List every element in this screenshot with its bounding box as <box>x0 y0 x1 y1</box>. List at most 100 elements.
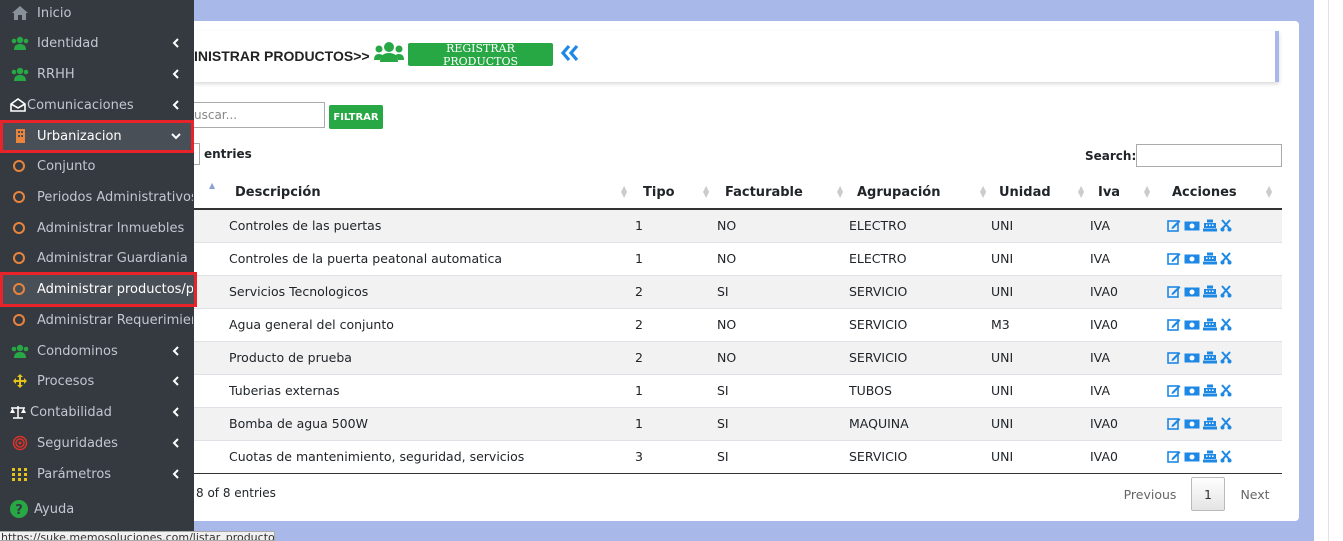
column-header-acciones[interactable]: Acciones ▲ ▼ <box>1156 176 1282 210</box>
money-bill-icon[interactable] <box>1184 253 1200 265</box>
sidebar-item-parametros[interactable]: Parámetros <box>0 459 194 489</box>
sidebar-item-identidad[interactable]: Identidad <box>0 28 194 58</box>
cash-register-icon[interactable] <box>1203 384 1217 397</box>
column-header-facturable[interactable]: Facturable ▲ ▼ <box>716 176 849 210</box>
table-cell: IVA <box>1090 208 1156 242</box>
cell-text: IVA <box>1090 218 1110 234</box>
pagination-page-1[interactable]: 1 <box>1191 477 1225 511</box>
sidebar-item-periodos-administrativos[interactable]: Periodos Administrativos <box>0 182 194 212</box>
cash-register-icon[interactable] <box>1203 450 1217 463</box>
cut-icon[interactable] <box>1220 318 1232 331</box>
cell-text: 2 <box>635 284 643 299</box>
cell-text: 1 <box>635 383 643 398</box>
column-header-unidad[interactable]: Unidad ▲ ▼ <box>992 176 1090 210</box>
sidebar-item-conjunto[interactable]: Conjunto <box>0 151 194 181</box>
sidebar-item-contabilidad[interactable]: Contabilidad <box>0 397 194 427</box>
chevron-left-icon <box>172 346 179 356</box>
sidebar-item-label: RRHH <box>37 66 75 82</box>
table-cell: ELECTRO <box>849 208 992 242</box>
sidebar-item-rrhh[interactable]: RRHH <box>0 59 194 89</box>
money-bill-icon[interactable] <box>1184 220 1200 232</box>
chevron-left-icon <box>172 100 179 110</box>
cut-icon[interactable] <box>1220 285 1232 298</box>
edit-icon[interactable] <box>1167 384 1181 397</box>
table-cell: MAQUINA <box>849 406 992 440</box>
money-bill-icon[interactable] <box>1184 319 1200 331</box>
scrollbar-track[interactable] <box>1314 0 1343 541</box>
table-cell: IVA0 <box>1090 406 1156 440</box>
money-bill-icon[interactable] <box>1184 286 1200 298</box>
sidebar-item-seguridades[interactable]: Seguridades <box>0 428 194 458</box>
sidebar-item-administrar-inmuebles[interactable]: Administrar Inmuebles <box>0 213 194 243</box>
cell-text: SERVICIO <box>849 449 908 464</box>
pagination-next[interactable]: Next <box>1232 477 1278 511</box>
edit-icon[interactable] <box>1167 318 1181 331</box>
money-bill-icon[interactable] <box>1184 352 1200 364</box>
products-table: ▲ Descripción ▲ ▼ Tipo ▲ ▼ Facturable ▲ ▼ Agru… <box>194 176 1282 474</box>
cell-text: SI <box>717 449 729 464</box>
column-header-iva[interactable]: Iva ▲ ▼ <box>1090 176 1156 210</box>
column-header-agrupacion[interactable]: Agrupación ▲ ▼ <box>849 176 992 210</box>
sidebar: Inicio Identidad RRHH Comunicaciones Urb… <box>0 0 194 541</box>
edit-icon[interactable] <box>1167 285 1181 298</box>
register-products-button[interactable]: REGISTRAR PRODUCTOS <box>408 42 553 68</box>
cut-icon[interactable] <box>1220 450 1232 463</box>
cash-register-icon[interactable] <box>1203 351 1217 364</box>
angle-double-left-icon[interactable] <box>560 43 580 63</box>
cut-icon[interactable] <box>1220 384 1232 397</box>
row-id-cell <box>194 373 229 407</box>
chevron-left-icon <box>172 469 179 479</box>
circle-icon <box>13 314 25 326</box>
sidebar-item-condominos[interactable]: Condominos <box>0 336 194 366</box>
money-bill-icon[interactable] <box>1184 418 1200 430</box>
cut-icon[interactable] <box>1220 417 1232 430</box>
highlight-administrar-productos <box>0 272 197 307</box>
sidebar-item-ayuda[interactable]: ? Ayuda <box>0 494 194 524</box>
sidebar-item-comunicaciones[interactable]: Comunicaciones <box>0 90 194 120</box>
cell-text: SERVICIO <box>849 350 908 365</box>
cut-icon[interactable] <box>1220 351 1232 364</box>
sidebar-item-administrar-guardiania[interactable]: Administrar Guardiania <box>0 243 194 273</box>
cash-register-icon[interactable] <box>1203 417 1217 430</box>
table-cell: Producto de prueba <box>229 340 634 374</box>
cut-icon[interactable] <box>1220 252 1232 265</box>
cell-text: UNI <box>991 218 1014 234</box>
cell-text: UNI <box>991 350 1014 365</box>
entries-select[interactable] <box>194 143 200 165</box>
table-info: 8 of 8 entries <box>196 486 276 500</box>
search-input[interactable] <box>194 102 325 128</box>
table-cell: NO <box>716 208 849 242</box>
edit-icon[interactable] <box>1167 252 1181 265</box>
cell-text: NO <box>717 251 737 266</box>
money-bill-icon[interactable] <box>1184 385 1200 397</box>
edit-icon[interactable] <box>1167 219 1181 233</box>
table-row: Controles de la puerta peatonal automati… <box>194 241 1282 275</box>
sidebar-item-administrar-requerimiento[interactable]: Administrar Requerimiento <box>0 305 194 335</box>
cell-text: Controles de la puerta peatonal automati… <box>229 251 503 266</box>
column-header-id[interactable]: ▲ <box>194 176 229 210</box>
sidebar-item-procesos[interactable]: Procesos <box>0 366 194 396</box>
table-cell: UNI <box>991 208 1090 242</box>
edit-icon[interactable] <box>1167 351 1181 364</box>
table-cell: 2 <box>634 307 716 341</box>
edit-icon[interactable] <box>1167 417 1181 430</box>
filter-button[interactable]: FILTRAR <box>329 105 383 129</box>
cash-register-icon[interactable] <box>1203 285 1217 298</box>
cash-register-icon[interactable] <box>1203 219 1217 232</box>
table-search-input[interactable] <box>1136 144 1282 167</box>
edit-icon[interactable] <box>1167 450 1181 463</box>
cut-icon[interactable] <box>1220 219 1232 232</box>
table-cell: ELECTRO <box>849 241 992 275</box>
chevron-left-icon <box>172 69 179 79</box>
cash-register-icon[interactable] <box>1203 318 1217 331</box>
cell-text: NO <box>717 218 737 234</box>
table-body: Controles de las puertas 1 NO ELECTRO UNI IVA… <box>194 208 1282 474</box>
cell-text: 1 <box>635 251 643 266</box>
cash-register-icon[interactable] <box>1203 252 1217 265</box>
money-bill-icon[interactable] <box>1184 451 1200 463</box>
column-header-description[interactable]: Descripción ▲ ▼ <box>229 176 634 210</box>
column-header-tipo[interactable]: Tipo ▲ ▼ <box>634 176 716 210</box>
sidebar-item-inicio[interactable]: Inicio <box>0 0 194 28</box>
pagination-previous[interactable]: Previous <box>1118 477 1182 511</box>
status-url: https://suke.memosoluciones.com/listar_p… <box>0 531 275 541</box>
